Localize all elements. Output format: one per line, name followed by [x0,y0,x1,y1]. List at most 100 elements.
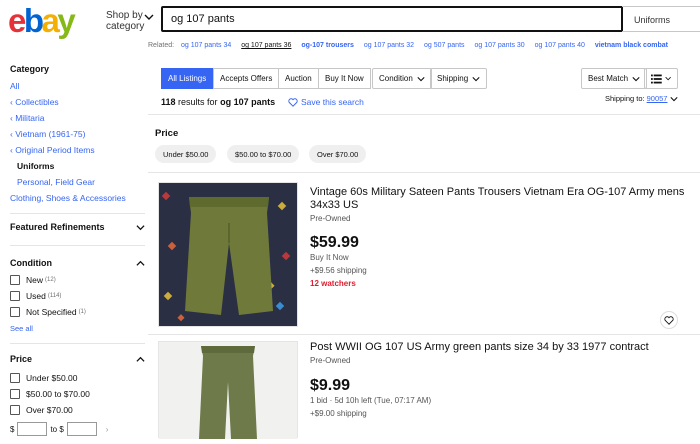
shop-by-line1: Shop by [106,10,143,21]
category-item-all[interactable]: All [10,78,145,94]
shipping-dropdown[interactable]: Shipping [430,68,488,89]
logo-letter-a: a [41,2,60,39]
checkbox[interactable] [10,275,20,285]
condition-checkbox-new[interactable]: New (12) [10,272,145,288]
results-text: results for [178,97,218,107]
related-link[interactable]: og 107 pants 40 [535,42,585,49]
price-pill-under-50[interactable]: Under $50.00 [155,145,217,163]
category-select[interactable]: Uniforms [622,6,700,32]
item-price: $9.99 [310,377,351,394]
condition-checkbox-used[interactable]: Used (114) [10,288,145,304]
results-query: og 107 pants [220,97,276,107]
ebay-logo[interactable]: ebay [8,2,76,39]
item-image[interactable] [158,182,298,327]
related-link[interactable]: vietnam black combat [595,42,668,49]
related-link[interactable]: og 107 pants 30 [474,42,524,49]
item-image[interactable] [158,341,298,439]
submit-arrow-icon[interactable]: › [106,425,109,434]
watch-button[interactable] [660,311,678,329]
logo-letter-b: b [23,2,44,39]
checkbox-label: New [26,275,44,285]
category-item-vietnam[interactable]: ‹ Vietnam (1961-75) [10,126,145,142]
item-shipping: +$9.00 shipping [310,409,367,418]
category-item-personal-field-gear[interactable]: Personal, Field Gear [10,174,145,190]
tab-buy-it-now[interactable]: Buy It Now [318,68,371,89]
tab-all-listings[interactable]: All Listings [161,68,214,89]
tab-accepts-offers[interactable]: Accepts Offers [213,68,280,89]
checkbox[interactable] [10,373,20,383]
sidebar: Category All ‹ Collectibles ‹ Militaria … [10,60,145,436]
price-checkbox-50-70[interactable]: $50.00 to $70.00 [10,386,145,402]
category-item-militaria[interactable]: ‹ Militaria [10,110,145,126]
condition-checkbox-not-specified[interactable]: Not Specified (1) [10,304,145,320]
tab-auction[interactable]: Auction [278,68,319,89]
condition-title: Condition [10,258,52,268]
condition-toggle[interactable]: Condition [10,258,145,268]
item-shipping: +$9.56 shipping [310,266,367,275]
price-filter-title: Price [155,128,179,139]
checkbox[interactable] [10,291,20,301]
category-item-collectibles[interactable]: ‹ Collectibles [10,94,145,110]
save-search-button[interactable]: Save this search [288,97,364,107]
shipping-zip-link[interactable]: 90057 [647,94,668,103]
price-pill-over-70[interactable]: Over $70.00 [309,145,367,163]
related-link[interactable]: og-107 trousers [301,42,354,49]
featured-title: Featured Refinements [10,222,105,232]
count: (114) [47,293,62,299]
item-title[interactable]: Post WWII OG 107 US Army green pants siz… [310,341,685,354]
see-all-link[interactable]: See all [10,324,145,333]
price-toggle[interactable]: Price [10,354,145,364]
item-condition: Pre-Owned [310,214,351,223]
price-checkbox-under-50[interactable]: Under $50.00 [10,370,145,386]
divider [148,334,700,335]
price-pill-50-70[interactable]: $50.00 to $70.00 [227,145,300,163]
item-title[interactable]: Vintage 60s Military Sateen Pants Trouse… [310,186,685,212]
chevron-down-icon[interactable] [144,12,154,22]
related-link[interactable]: og 107 pants 36 [241,42,291,49]
checkbox[interactable] [10,389,20,399]
checkbox-label: Not Specified [26,307,77,317]
category-label: Vietnam (1961-75) [15,129,86,139]
price-title: Price [10,354,33,364]
shipping-to-label: Shipping to: [605,94,645,103]
checkbox[interactable] [10,307,20,317]
price-checkbox-over-70[interactable]: Over $70.00 [10,402,145,418]
count: (12) [45,277,56,283]
results-count: 118 results for og 107 pants [161,97,275,107]
search-input[interactable]: og 107 pants [161,6,623,32]
checkbox-label: Over $70.00 [26,405,73,415]
count: (1) [78,309,86,315]
chevron-down-icon[interactable] [670,95,679,103]
sort-dropdown[interactable]: Best Match [581,68,648,89]
checkbox[interactable] [10,405,20,415]
related-link[interactable]: og 107 pants 34 [181,42,231,49]
category-item-original-period-items[interactable]: ‹ Original Period Items [10,142,145,158]
price-min-input[interactable] [17,422,48,436]
related-link[interactable]: og 107 pants 32 [364,42,414,49]
featured-refinements-toggle[interactable]: Featured Refinements [10,222,145,232]
shipping-to: Shipping to: 90057 [605,94,679,103]
dropdown-label: Best Match [588,74,629,83]
chevron-up-icon [136,356,145,362]
chevron-down-icon [136,224,145,230]
logo-letter-y: y [57,2,75,39]
category-item-clothing[interactable]: Clothing, Shoes & Accessories [10,190,145,206]
related-label: Related: [148,42,175,49]
condition-dropdown[interactable]: Condition [372,68,432,89]
pants-photo-image [159,342,297,439]
shop-by-line2: category [106,21,145,32]
save-search-label: Save this search [301,97,364,107]
view-toggle[interactable] [644,68,678,89]
results-number: 118 [161,97,176,107]
price-max-input[interactable] [66,422,97,436]
chevron-down-icon [472,76,480,81]
divider [10,213,145,214]
logo-letter-e: e [8,2,26,39]
chevron-down-icon [417,76,425,81]
price-range: $ to $ › [10,422,145,436]
chevron-up-icon [136,260,145,266]
shop-by-category-button[interactable]: Shop by category [106,10,144,32]
category-title: Category [10,64,50,74]
dropdown-label: Condition [379,74,413,83]
related-link[interactable]: og 507 pants [424,42,464,49]
